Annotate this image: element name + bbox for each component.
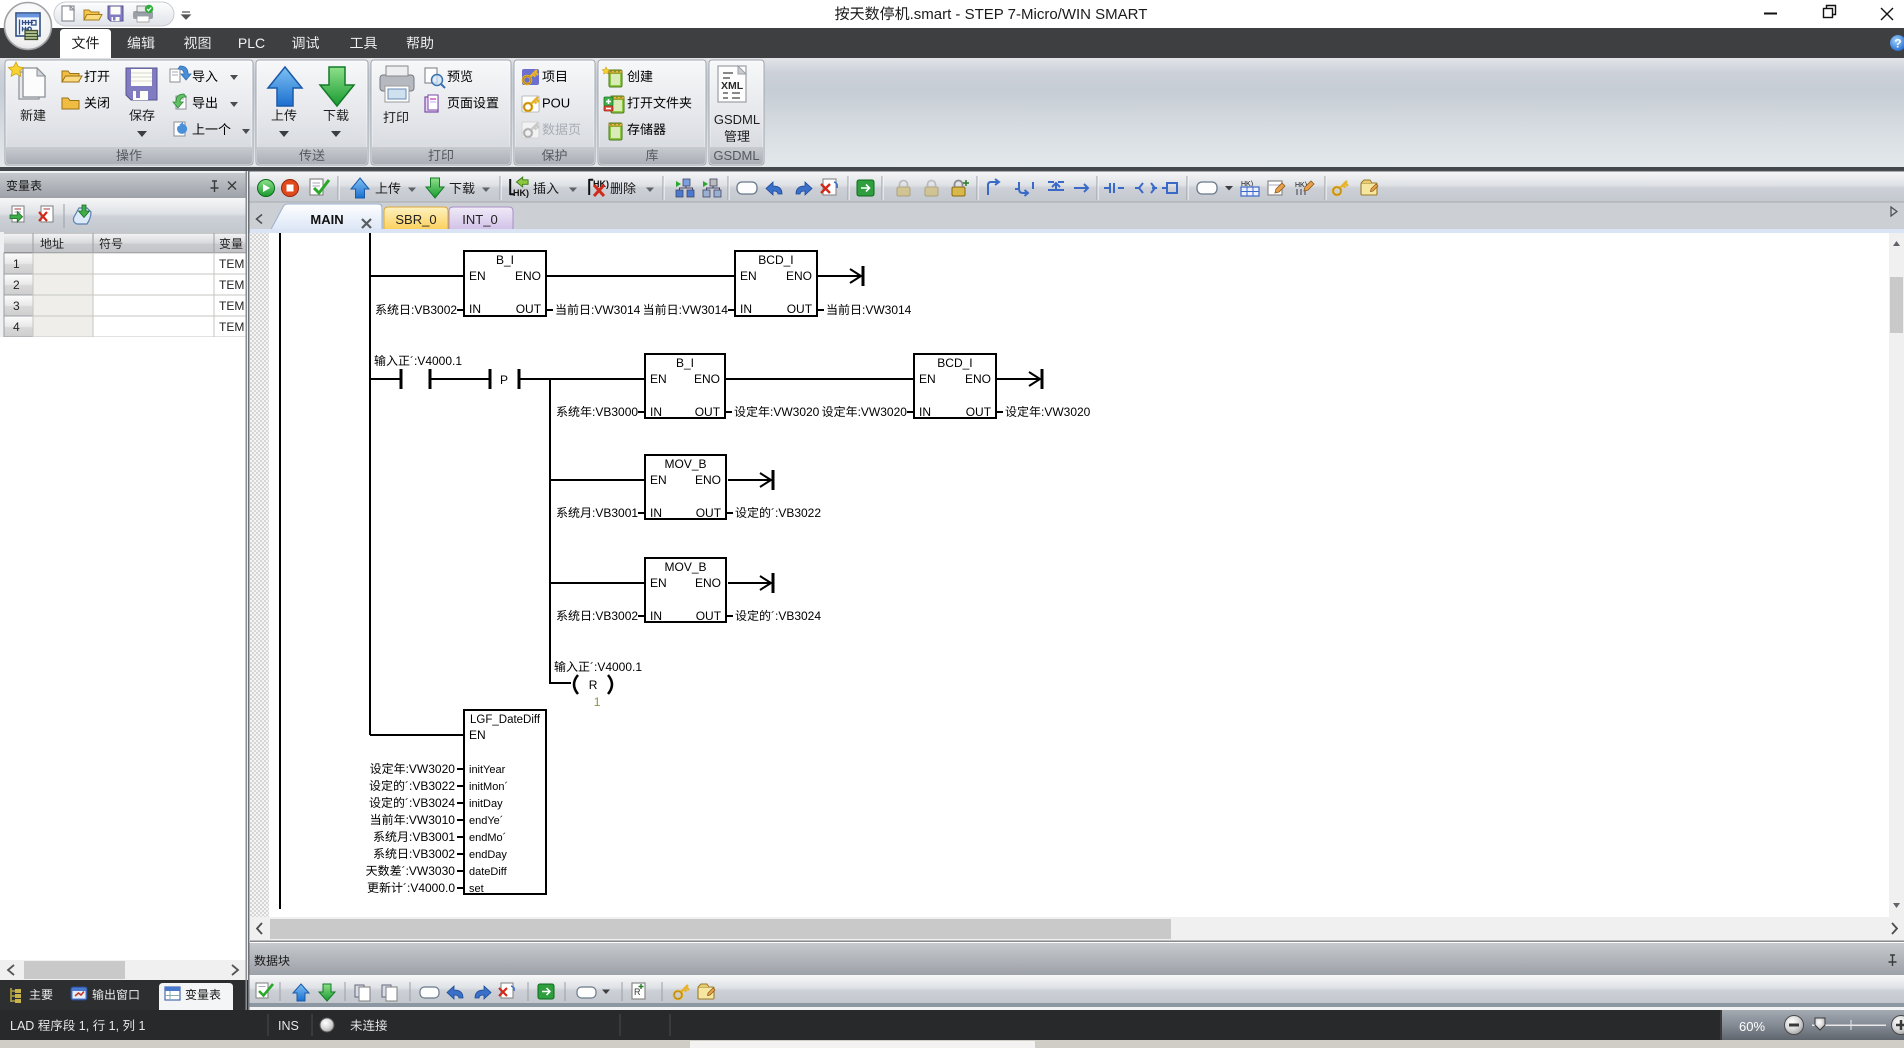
- svg-text:OUT: OUT: [787, 302, 813, 316]
- svg-text:´:V4000.0: ´:V4000.0: [403, 881, 455, 895]
- svg-text:EN: EN: [919, 372, 936, 386]
- svg-text::VW3014: :VW3014: [679, 303, 729, 317]
- svg-text:´:VW3030: ´:VW3030: [402, 864, 456, 878]
- svg-text:IN: IN: [650, 506, 662, 520]
- svg-text::VB3000: :VB3000: [592, 405, 638, 419]
- svg-text:MOV_B: MOV_B: [665, 457, 707, 471]
- svg-text:INT_0: INT_0: [462, 212, 497, 227]
- svg-text:ENO: ENO: [515, 269, 541, 283]
- svg-text::VW3020: :VW3020: [858, 405, 908, 419]
- svg-text:TEM: TEM: [219, 278, 244, 292]
- svg-text:initDay: initDay: [469, 798, 503, 810]
- svg-text:XML: XML: [721, 80, 744, 92]
- svg-text::VB3002: :VB3002: [411, 303, 457, 317]
- svg-text:initYear: initYear: [469, 764, 506, 776]
- svg-text:LGF_DateDiff: LGF_DateDiff: [470, 714, 541, 726]
- svg-text:1: 1: [135, 1019, 145, 1033]
- svg-text:IN: IN: [650, 609, 662, 623]
- svg-text:?: ?: [1894, 37, 1901, 51]
- svg-text:TEM: TEM: [219, 299, 244, 313]
- svg-text::VB3001: :VB3001: [592, 506, 638, 520]
- svg-text:B_I: B_I: [676, 356, 694, 370]
- svg-text:1,: 1,: [105, 1019, 122, 1033]
- svg-text:endMo´: endMo´: [469, 832, 506, 844]
- svg-text:BCD_I: BCD_I: [758, 253, 793, 267]
- svg-text:1: 1: [594, 695, 601, 709]
- svg-text:EN: EN: [650, 473, 667, 487]
- svg-text:B_I: B_I: [496, 253, 514, 267]
- svg-text:endYe´: endYe´: [469, 815, 503, 827]
- svg-text:´:VB3024: ´:VB3024: [771, 609, 821, 623]
- svg-text:´:VB3022: ´:VB3022: [771, 506, 821, 520]
- svg-text:IN: IN: [919, 405, 931, 419]
- svg-text:OUT: OUT: [516, 302, 542, 316]
- svg-text:LAD: LAD: [10, 1019, 38, 1033]
- svg-text:BCD_I: BCD_I: [937, 356, 972, 370]
- svg-text:EN: EN: [740, 269, 757, 283]
- svg-text:EN: EN: [650, 372, 667, 386]
- svg-text:POU: POU: [542, 96, 570, 111]
- svg-text:OUT: OUT: [966, 405, 992, 419]
- svg-text:set: set: [469, 883, 484, 895]
- svg-text::VB3001: :VB3001: [409, 830, 455, 844]
- svg-text:R: R: [589, 678, 598, 692]
- svg-text:60%: 60%: [1739, 1019, 1765, 1034]
- svg-text:HK): HK): [513, 188, 529, 198]
- svg-text:ENO: ENO: [695, 576, 721, 590]
- svg-text::VW3020: :VW3020: [1041, 405, 1091, 419]
- svg-text:´:V4000.1: ´:V4000.1: [590, 660, 642, 674]
- svg-text:initMon´: initMon´: [469, 781, 508, 793]
- svg-text:´:V4000.1: ´:V4000.1: [410, 354, 462, 368]
- svg-text::VW3010: :VW3010: [406, 813, 456, 827]
- svg-text:EN: EN: [469, 728, 486, 742]
- svg-text:GSDML: GSDML: [713, 148, 759, 163]
- svg-text:ENO: ENO: [965, 372, 991, 386]
- svg-text:3: 3: [13, 299, 20, 313]
- svg-text:PLC: PLC: [238, 35, 265, 51]
- svg-text:TEM: TEM: [219, 257, 244, 271]
- svg-text:ENO: ENO: [786, 269, 812, 283]
- svg-text::VB3002: :VB3002: [409, 847, 455, 861]
- svg-text:OUT: OUT: [695, 405, 721, 419]
- svg-text::VW3014: :VW3014: [862, 303, 912, 317]
- svg-text::VW3020: :VW3020: [406, 762, 456, 776]
- svg-text:endDay: endDay: [469, 849, 507, 861]
- svg-text:´:VB3022: ´:VB3022: [405, 779, 455, 793]
- svg-text:INS: INS: [278, 1019, 299, 1033]
- svg-text:.smart - STEP 7-Micro/WIN SMAR: .smart - STEP 7-Micro/WIN SMART: [910, 6, 1148, 23]
- svg-text:IN: IN: [650, 405, 662, 419]
- svg-text:1: 1: [13, 257, 20, 271]
- svg-text:4: 4: [13, 320, 20, 334]
- svg-text:MOV_B: MOV_B: [665, 560, 707, 574]
- svg-text:ENO: ENO: [695, 473, 721, 487]
- svg-text:2: 2: [13, 278, 20, 292]
- svg-text:dateDiff: dateDiff: [469, 866, 508, 878]
- svg-text::VW3014: :VW3014: [591, 303, 641, 317]
- svg-text:R: R: [634, 987, 641, 997]
- svg-text:IN: IN: [469, 302, 481, 316]
- svg-text:OUT: OUT: [696, 609, 722, 623]
- svg-text::VW3020: :VW3020: [770, 405, 820, 419]
- svg-text:ENO: ENO: [694, 372, 720, 386]
- svg-text:SBR_0: SBR_0: [395, 212, 436, 227]
- svg-text:´:VB3024: ´:VB3024: [405, 796, 455, 810]
- svg-text:IN: IN: [740, 302, 752, 316]
- svg-text:EN: EN: [469, 269, 486, 283]
- svg-text:P: P: [500, 373, 508, 387]
- svg-text::VB3002: :VB3002: [592, 609, 638, 623]
- svg-text:OUT: OUT: [696, 506, 722, 520]
- svg-text:1,: 1,: [75, 1019, 92, 1033]
- svg-text:EN: EN: [650, 576, 667, 590]
- svg-text:MAIN: MAIN: [310, 212, 343, 227]
- svg-text:TEM: TEM: [219, 320, 244, 334]
- svg-text:GSDML: GSDML: [714, 112, 760, 127]
